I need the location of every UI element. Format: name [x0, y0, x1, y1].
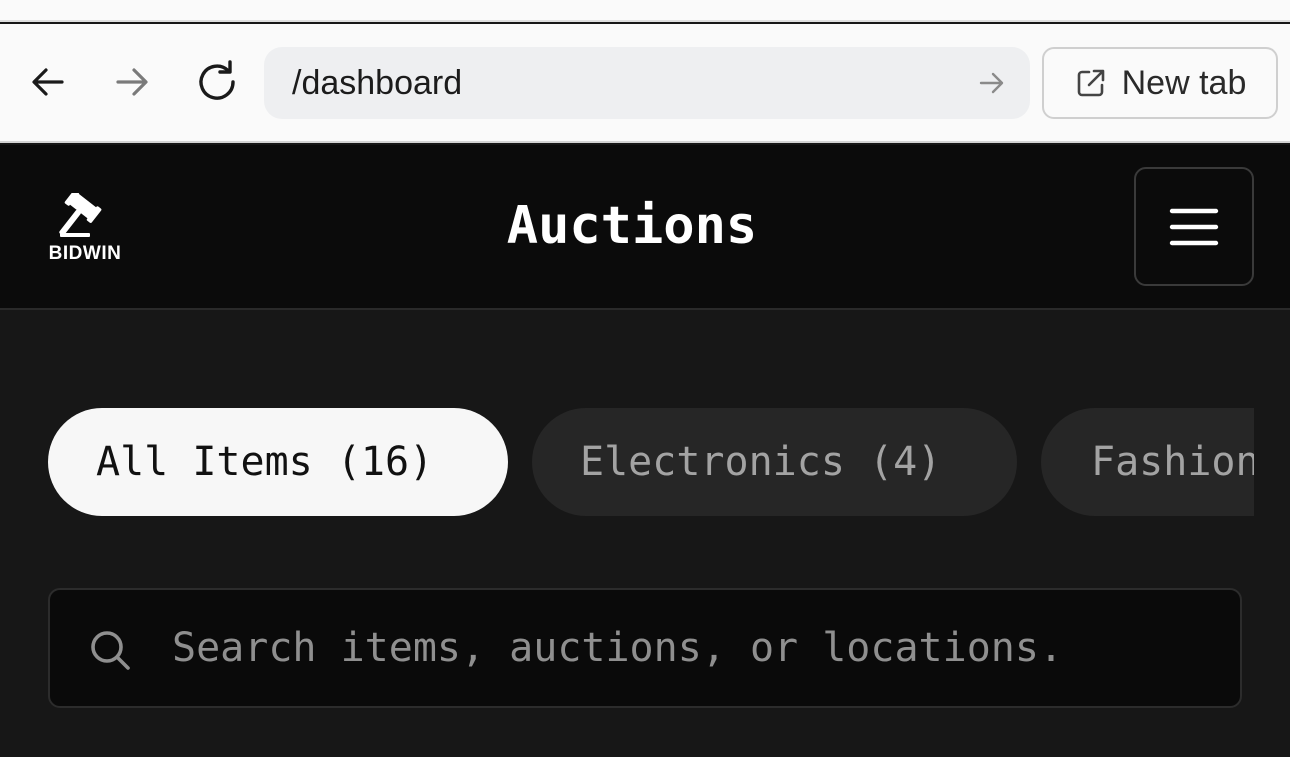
new-tab-button[interactable]: New tab [1042, 47, 1278, 119]
page-title: Auctions [506, 196, 758, 256]
app-header: BIDWIN Auctions [0, 145, 1290, 310]
bidwin-logo[interactable]: BIDWIN [44, 193, 126, 265]
search-input[interactable] [172, 590, 1232, 706]
go-button[interactable] [976, 67, 1008, 99]
category-pill-all-items[interactable]: All Items (16) [48, 408, 508, 516]
forward-button[interactable] [108, 58, 156, 106]
back-button[interactable] [24, 58, 72, 106]
browser-top-strip [0, 0, 1290, 22]
gavel-icon [59, 193, 102, 237]
new-tab-label: New tab [1121, 63, 1247, 102]
browser-toolbar: /dashboard New tab [0, 24, 1290, 143]
arrow-right-icon [116, 68, 148, 96]
url-text[interactable]: /dashboard [292, 47, 462, 119]
reload-icon [199, 60, 235, 100]
arrow-left-icon [32, 68, 64, 96]
menu-button[interactable] [1134, 167, 1254, 286]
search-icon [91, 631, 130, 670]
logo-text: BIDWIN [48, 243, 122, 264]
search-box[interactable] [48, 588, 1242, 708]
category-pill-electronics[interactable]: Electronics (4) [532, 408, 1017, 516]
category-filter-bar: All Items (16) Electronics (4) Fashion [48, 408, 1254, 516]
category-pill-fashion[interactable]: Fashion [1041, 408, 1254, 516]
address-bar[interactable]: /dashboard [264, 47, 1030, 119]
reload-button[interactable] [193, 58, 241, 106]
hamburger-menu-icon [1169, 208, 1219, 245]
external-link-icon [1077, 69, 1104, 97]
arrow-right-icon [979, 72, 1004, 94]
